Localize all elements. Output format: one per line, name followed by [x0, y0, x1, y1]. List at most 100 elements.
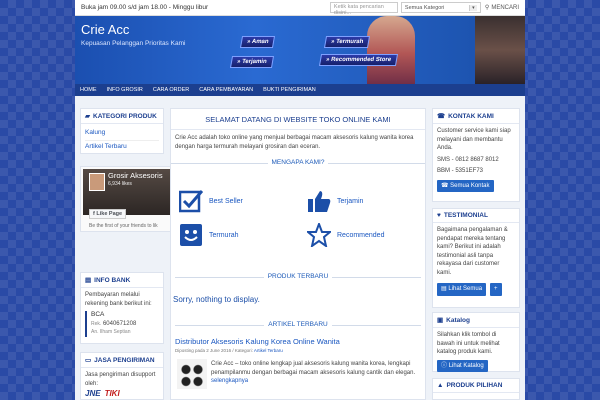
bank-name: BCA	[91, 311, 105, 318]
folder-icon: ▰	[85, 113, 90, 120]
why-title-text: MENGAPA KAMI?	[267, 159, 329, 166]
article-thumbnail[interactable]	[177, 359, 207, 389]
main-nav: HOME INFO GROSIR CARA ORDER CARA PEMBAYA…	[75, 84, 525, 96]
kategori-panel: ▰ KATEGORI PRODUK Kalung Artikel Terbaru	[80, 108, 164, 154]
site-tagline: Kepuasan Pelanggan Prioritas Kami	[81, 40, 186, 47]
shipping-text: Jasa pengiriman disupport oleh:	[85, 372, 156, 387]
article-category[interactable]: Artikel Terbaru	[254, 348, 283, 353]
site-title[interactable]: Crie Acc	[81, 22, 129, 37]
smile-icon	[180, 224, 202, 246]
article-excerpt: Crie Acc – toko online lengkap jual akse…	[211, 360, 423, 386]
shipping-title: ▭ JASA PENGIRIMAN	[81, 353, 163, 368]
list-icon: ▤	[441, 286, 447, 292]
heart-icon: ♥	[437, 212, 441, 219]
article-read-more[interactable]: selengkapnya	[211, 378, 248, 384]
kontak-title-text: KONTAK KAMI	[448, 112, 494, 120]
category-select[interactable]: Semua Kategori ▾	[400, 2, 481, 13]
why-title: MENGAPA KAMI?	[171, 159, 425, 166]
articles-title: ARTIKEL TERBARU	[175, 321, 421, 328]
semua-kontak-button[interactable]: ☎ Semua Kontak	[437, 179, 494, 192]
add-testimonial-button[interactable]: +	[490, 283, 502, 296]
rek-label: Rek.	[91, 320, 102, 327]
rek-number: 6040671208	[102, 320, 137, 327]
feature-best-seller: Best Seller	[179, 189, 243, 213]
phone-icon: ☎	[441, 182, 449, 189]
thumbs-up-icon	[308, 191, 331, 212]
products-title: PRODUK TERBARU	[175, 273, 421, 280]
an-label: An.	[91, 329, 99, 335]
testimonial-panel: ♥ TESTIMONIAL Bagaimana pengalaman & pen…	[432, 208, 520, 308]
banner-tag-termurah: » Termurah	[323, 36, 371, 48]
facebook-page-name[interactable]: Grosir Aksesoris	[108, 171, 163, 180]
checkbox-icon	[179, 190, 203, 213]
katalog-panel: ▣ Katalog Silahkan klik tombol di bawah …	[432, 312, 520, 372]
phone-icon: ☎	[437, 113, 446, 120]
kategori-title: ▰ KATEGORI PRODUK	[81, 109, 163, 124]
search-icon: ⚲	[484, 5, 490, 11]
article-title[interactable]: Distributor Aksesoris Kalung Korea Onlin…	[175, 337, 340, 346]
bank-title: ▤ INFO BANK	[81, 273, 163, 288]
testimonial-text: Bagaimana pengalaman & pendapat mereka t…	[437, 227, 508, 276]
opening-hours: Buka jam 09.00 s/d jam 18.00 - Minggu li…	[81, 4, 209, 11]
book-icon: ▣	[437, 317, 444, 324]
nav-cara-order[interactable]: CARA ORDER	[148, 87, 194, 93]
nav-info-grosir[interactable]: INFO GROSIR	[102, 87, 148, 93]
thumbs-up-icon: ▲	[437, 382, 444, 389]
search-button[interactable]: ⚲ MENCARI	[484, 4, 525, 12]
feature-terjamin: Terjamin	[307, 189, 363, 213]
bank-title-text: INFO BANK	[94, 276, 131, 284]
bank-account: BCA Rek. 6040671208 An. Ilham Septian	[85, 311, 159, 337]
kategori-item-kalung[interactable]: Kalung	[85, 127, 159, 141]
kategori-title-text: KATEGORI PRODUK	[93, 112, 157, 120]
chevron-down-icon: ▾	[468, 4, 477, 11]
kategori-item-artikel[interactable]: Artikel Terbaru	[85, 141, 159, 154]
facebook-icon: f	[93, 211, 95, 217]
banner-tag-recommended: » Recommended Store	[318, 54, 399, 66]
facebook-widget: Grosir Aksesoris 6,934 likes f Like Page…	[80, 166, 174, 232]
welcome-text: Crie Acc adalah toko online yang menjual…	[175, 135, 414, 150]
lihat-semua-label: Lihat Semua	[448, 286, 483, 292]
banner-model-image	[367, 16, 415, 84]
nav-bukti-pengiriman[interactable]: BUKTI PENGIRIMAN	[258, 87, 321, 93]
no-products-text: Sorry, nothing to display.	[173, 295, 260, 304]
kontak-sms: SMS - 0812 8687 8012	[437, 156, 499, 163]
site-header: Crie Acc Kepuasan Pelanggan Prioritas Ka…	[75, 16, 525, 84]
an-name: Ilham Septian	[99, 329, 131, 335]
article-meta-prefix: Diposting pada	[175, 348, 206, 353]
feature-best-seller-label: Best Seller	[209, 197, 243, 205]
katalog-text: Silahkan klik tombol di bawah ini untuk …	[437, 332, 500, 355]
truck-icon: ▭	[85, 357, 92, 364]
tiki-logo: TIKI	[104, 389, 120, 398]
facebook-likes: 6,934 likes	[108, 181, 132, 187]
jne-logo: JNE	[85, 389, 101, 398]
katalog-title: ▣ Katalog	[433, 313, 519, 328]
article-meta: Diposting pada 2 June 2016 / Kategori: A…	[175, 348, 283, 353]
kontak-panel: ☎ KONTAK KAMI Customer service kami siap…	[432, 108, 520, 202]
feature-terjamin-label: Terjamin	[337, 197, 364, 205]
welcome-title: SELAMAT DATANG DI WEBSITE TOKO ONLINE KA…	[171, 109, 425, 130]
lihat-katalog-label: Lihat Katalog	[448, 362, 484, 369]
nav-cara-pembayaran[interactable]: CARA PEMBAYARAN	[194, 87, 258, 93]
lihat-katalog-button[interactable]: ⓘ Lihat Katalog	[437, 359, 488, 372]
facebook-friends-text: Be the first of your friends to lik	[89, 223, 158, 229]
article-meta-sep: / Kategori:	[232, 348, 253, 353]
facebook-like-label: Like Page	[96, 211, 123, 217]
feature-termurah-label: Termurah	[209, 231, 239, 239]
bank-icon: ▤	[85, 277, 92, 284]
facebook-like-button[interactable]: f Like Page	[89, 209, 127, 219]
kontak-text: Customer service kami siap melayani dan …	[437, 128, 511, 151]
testimonial-title-text: TESTIMONIAL	[443, 212, 488, 219]
nav-home[interactable]: HOME	[75, 87, 102, 93]
lihat-semua-button[interactable]: ▤ Lihat Semua	[437, 283, 487, 296]
search-button-label: MENCARI	[491, 4, 519, 11]
banner-model-image-right	[475, 16, 525, 84]
pilihan-panel: ▲ PRODUK PILIHAN	[432, 378, 520, 400]
article-date: 2 June 2016	[206, 348, 232, 353]
kontak-bbm: BBM - 5351EF73	[437, 168, 484, 174]
semua-kontak-label: Semua Kontak	[450, 182, 490, 189]
feature-recommended: Recommended	[307, 223, 384, 247]
search-input[interactable]: Ketik kata pencarian disini...	[329, 2, 398, 16]
banner-tag-aman: » Aman	[239, 36, 276, 48]
articles-title-text: ARTIKEL TERBARU	[264, 321, 332, 328]
banner-tag-terjamin: » Terjamin	[229, 56, 274, 68]
